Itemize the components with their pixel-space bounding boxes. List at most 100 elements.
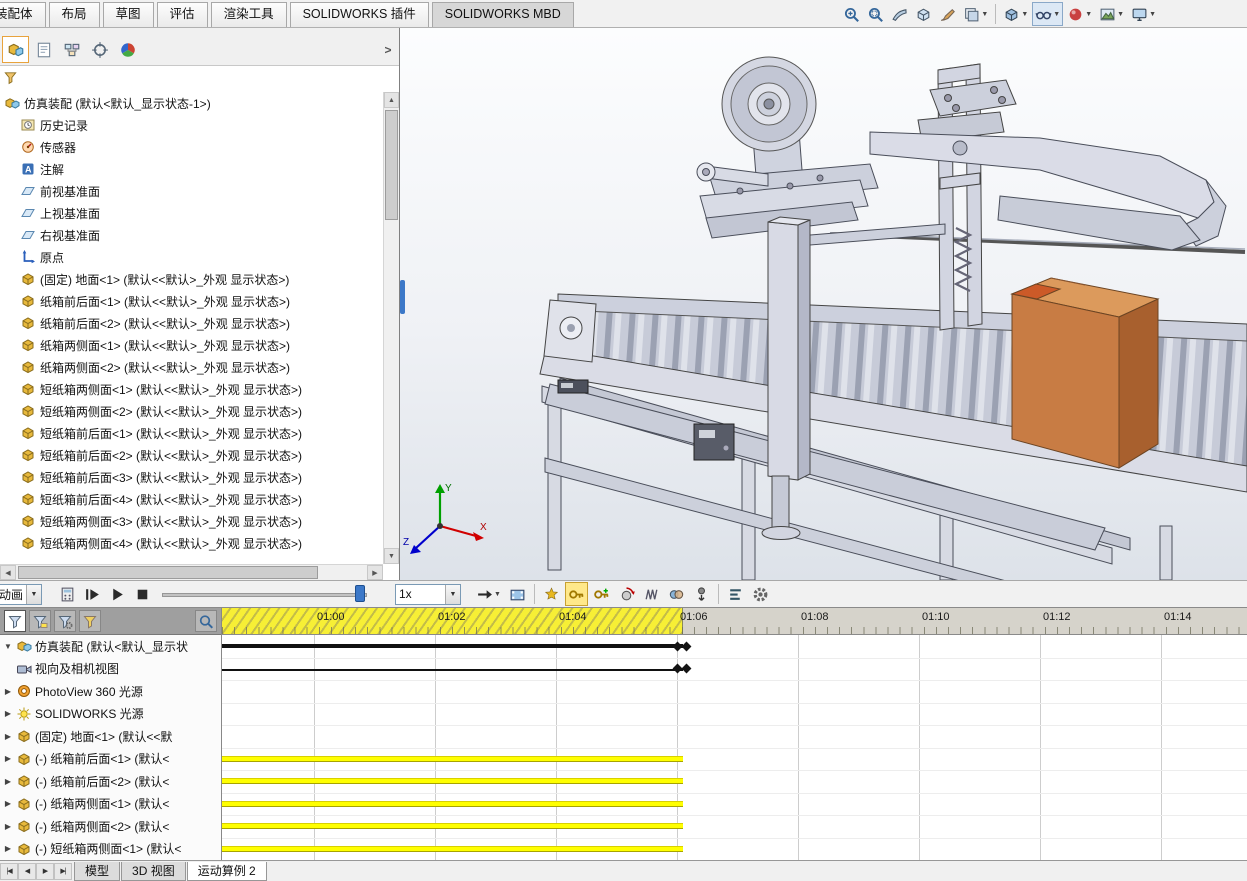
tree-item[interactable]: ▶(-) 纸箱两侧面<2> (默认< — [0, 815, 221, 838]
first-study-button[interactable]: |◀ — [0, 863, 18, 880]
tree-item[interactable]: 传感器 — [0, 136, 383, 158]
tape-roll[interactable] — [722, 57, 816, 151]
scroll-up-icon[interactable]: ▲ — [384, 92, 399, 108]
tree-item[interactable]: ▶(-) 纸箱前后面<1> (默认< — [0, 748, 221, 771]
play-from-start-button[interactable] — [81, 582, 104, 606]
tree-item[interactable]: 视向及相机视图 — [0, 658, 221, 681]
save-animation-button[interactable] — [506, 582, 529, 606]
document-tab[interactable]: 3D 视图 — [121, 862, 186, 881]
filter-overview-button[interactable] — [4, 610, 26, 632]
slider-track[interactable] — [162, 593, 367, 597]
timeline-key-bar[interactable] — [222, 801, 683, 807]
ribbon-tab[interactable]: 布局 — [49, 2, 100, 27]
timeline-rows[interactable] — [222, 635, 1247, 860]
expand-caret-icon[interactable]: ▶ — [3, 777, 13, 786]
support-column[interactable] — [762, 217, 810, 540]
tree-item[interactable]: (固定) 地面<1> (默认<<默认>_外观 显示状态>) — [0, 268, 383, 290]
timeline-ruler[interactable]: 01:0001:0201:0401:0601:0801:1001:1201:14 — [222, 608, 1247, 635]
tree-item[interactable]: ▶SOLIDWORKS 光源 — [0, 703, 221, 726]
tree-item[interactable]: 上视基准面 — [0, 202, 383, 224]
configuration-tab[interactable] — [58, 36, 85, 63]
tree-item[interactable]: 短纸箱前后面<2> (默认<<默认>_外观 显示状态>) — [0, 444, 383, 466]
timeline-key-bar[interactable] — [222, 846, 683, 852]
filter-selected-button[interactable] — [79, 610, 101, 632]
ribbon-tab[interactable]: 装配体 — [0, 2, 46, 27]
ribbon-tab[interactable]: SOLIDWORKS 插件 — [290, 2, 429, 27]
tree-item[interactable]: ▶(固定) 地面<1> (默认<<默 — [0, 725, 221, 748]
tree-filter-icon[interactable] — [3, 70, 18, 88]
timeline-key-bar[interactable] — [222, 778, 683, 784]
calculate-button[interactable] — [56, 582, 79, 606]
tree-item[interactable]: A注解 — [0, 158, 383, 180]
timeline-change-bar[interactable] — [222, 669, 683, 671]
tree-item[interactable]: 短纸箱前后面<3> (默认<<默认>_外观 显示状态>) — [0, 466, 383, 488]
gravity-button[interactable] — [690, 582, 713, 606]
tree-item[interactable]: 短纸箱前后面<4> (默认<<默认>_外观 显示状态>) — [0, 488, 383, 510]
display-style-button[interactable]: ▼ — [1000, 2, 1031, 26]
scroll-left-icon[interactable]: ◀ — [0, 565, 16, 580]
feature-tree-vertical-scrollbar[interactable]: ▲ ▼ — [383, 92, 399, 564]
filter-animated-button[interactable] — [29, 610, 51, 632]
ribbon-tab[interactable]: 评估 — [157, 2, 208, 27]
ribbon-tab[interactable]: 草图 — [103, 2, 154, 27]
timeline-seek-slider[interactable] — [162, 585, 367, 603]
tree-item[interactable]: 历史记录 — [0, 114, 383, 136]
expand-caret-icon[interactable]: ▶ — [3, 732, 13, 741]
expand-caret-icon[interactable]: ▶ — [3, 687, 13, 696]
tree-item[interactable]: 右视基准面 — [0, 224, 383, 246]
tree-item[interactable]: 短纸箱两侧面<4> (默认<<默认>_外观 显示状态>) — [0, 532, 383, 554]
tree-item[interactable]: 纸箱前后面<1> (默认<<默认>_外观 显示状态>) — [0, 290, 383, 312]
graphics-viewport[interactable]: Y X Z — [400, 28, 1247, 580]
appearance-tab[interactable] — [114, 36, 141, 63]
scroll-right-icon[interactable]: ▶ — [367, 565, 383, 580]
document-tab[interactable]: 运动算例 2 — [187, 862, 267, 881]
tree-item[interactable]: ▼仿真装配 (默认<默认_显示状 — [0, 635, 221, 658]
feature-tree-tab[interactable] — [2, 36, 29, 63]
ribbon-tab[interactable]: 渲染工具 — [211, 2, 287, 27]
play-button[interactable] — [106, 582, 129, 606]
section-view-button[interactable] — [888, 2, 911, 26]
dimxpert-tab[interactable] — [86, 36, 113, 63]
carton-box[interactable] — [1012, 278, 1158, 468]
tree-item[interactable]: 短纸箱前后面<1> (默认<<默认>_外观 显示状态>) — [0, 422, 383, 444]
expand-caret-icon[interactable]: ▼ — [3, 642, 13, 651]
spring-button[interactable] — [640, 582, 663, 606]
timeline-key-bar[interactable] — [222, 823, 683, 829]
tree-item[interactable]: 短纸箱两侧面<2> (默认<<默认>_外观 显示状态>) — [0, 400, 383, 422]
tree-item[interactable]: 短纸箱两侧面<1> (默认<<默认>_外观 显示状态>) — [0, 378, 383, 400]
autokey-button[interactable] — [565, 582, 588, 606]
ribbon-tab[interactable]: SOLIDWORKS MBD — [432, 2, 574, 27]
display-settings-button[interactable]: ▼ — [960, 2, 991, 26]
feature-tree-horizontal-scrollbar[interactable]: ◀ ▶ — [0, 564, 383, 580]
tree-item[interactable]: 纸箱两侧面<2> (默认<<默认>_外观 显示状态>) — [0, 356, 383, 378]
scrollbar-thumb[interactable] — [18, 566, 318, 579]
filter-driving-button[interactable] — [54, 610, 76, 632]
animation-wizard-button[interactable] — [540, 582, 563, 606]
tree-item[interactable]: 前视基准面 — [0, 180, 383, 202]
slider-thumb[interactable] — [355, 585, 365, 602]
expand-caret-icon[interactable]: ▶ — [3, 844, 13, 853]
scroll-down-icon[interactable]: ▼ — [384, 548, 399, 564]
edit-appearance-button[interactable] — [936, 2, 959, 26]
motion-study-properties-button[interactable] — [749, 582, 772, 606]
timeline-change-bar[interactable] — [222, 644, 683, 648]
timeline-key-bar[interactable] — [222, 756, 683, 762]
tree-item[interactable]: 纸箱前后面<2> (默认<<默认>_外观 显示状态>) — [0, 312, 383, 334]
document-tab[interactable]: 模型 — [74, 862, 120, 881]
motion-study-type-select[interactable]: 动画 ▼ — [0, 584, 42, 605]
tree-item[interactable]: 纸箱两侧面<1> (默认<<默认>_外观 显示状态>) — [0, 334, 383, 356]
tree-item[interactable]: 短纸箱两侧面<3> (默认<<默认>_外观 显示状态>) — [0, 510, 383, 532]
zoom-to-area-button[interactable] — [864, 2, 887, 26]
contact-button[interactable] — [665, 582, 688, 606]
scrollbar-thumb[interactable] — [385, 110, 398, 220]
timeline-chart[interactable]: 01:0001:0201:0401:0601:0801:1001:1201:14 — [222, 608, 1247, 860]
motor-button[interactable] — [615, 582, 638, 606]
zoom-to-fit-button[interactable] — [840, 2, 863, 26]
expand-caret-icon[interactable]: ▶ — [3, 709, 13, 718]
playback-mode-button[interactable]: ▼ — [473, 582, 504, 606]
tree-item[interactable]: 原点 — [0, 246, 383, 268]
expand-caret-icon[interactable]: ▶ — [3, 754, 13, 763]
next-study-button[interactable]: ▶ — [36, 863, 54, 880]
tree-item[interactable]: ▶(-) 纸箱前后面<2> (默认< — [0, 770, 221, 793]
property-tab[interactable] — [30, 36, 57, 63]
